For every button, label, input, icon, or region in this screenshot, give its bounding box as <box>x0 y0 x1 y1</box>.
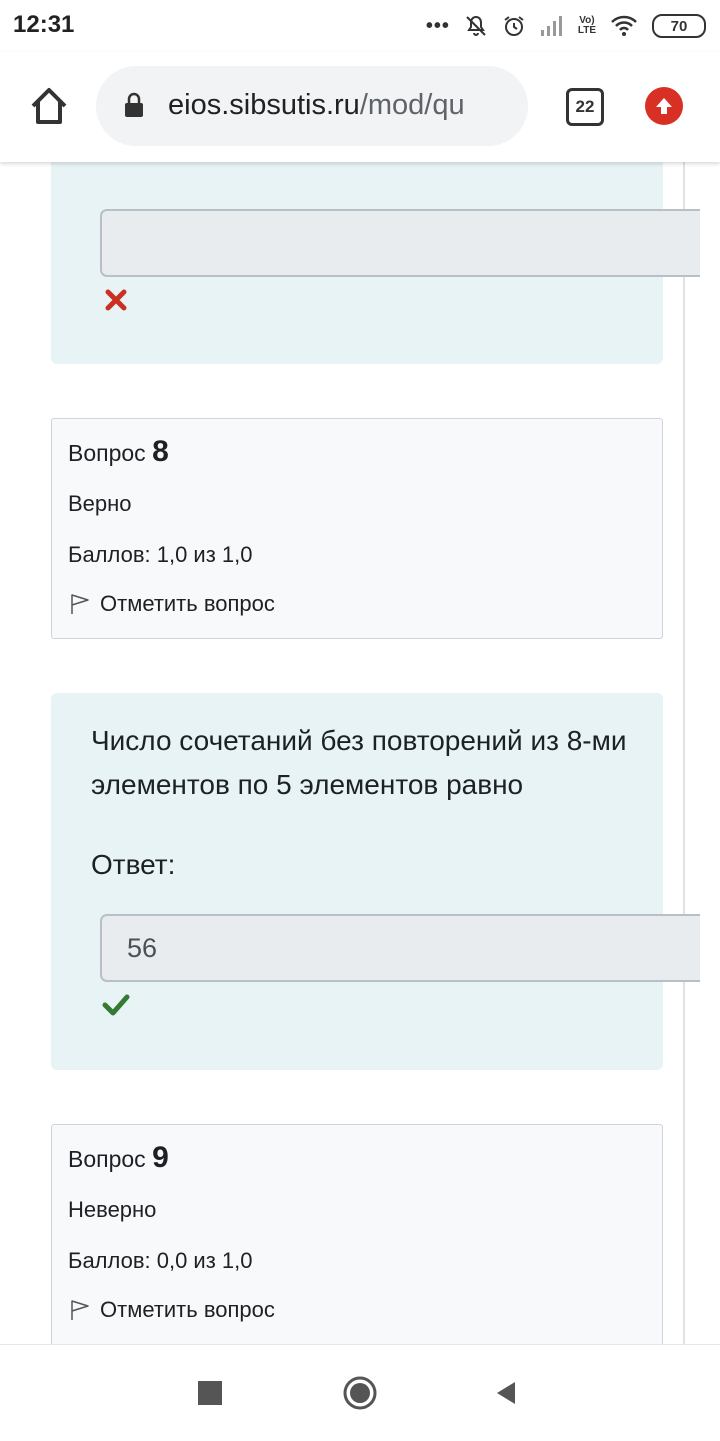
flag-icon <box>71 1300 89 1320</box>
flag-label: Отметить вопрос <box>100 591 275 616</box>
url-text: eios.sibsutis.ru/mod/qu <box>168 89 465 122</box>
update-button[interactable] <box>645 87 683 125</box>
question-9-info: Вопрос 9 Неверно Баллов: 0,0 из 1,0 Отме… <box>51 1124 663 1344</box>
status-bar: 12:31 ••• Vo) LTE 70 <box>0 0 720 52</box>
flag-label: Отметить вопрос <box>100 1297 275 1322</box>
cross-icon <box>105 289 127 311</box>
check-icon <box>102 994 130 1016</box>
back-triangle-icon <box>497 1382 515 1404</box>
question-8-label: Вопрос 8 <box>68 435 169 469</box>
tabs-count-button[interactable]: 22 <box>566 88 604 126</box>
more-notifications-icon: ••• <box>425 14 450 37</box>
question-9-label: Вопрос 9 <box>68 1141 169 1175</box>
url-path: /mod/qu <box>359 89 465 121</box>
tabs-count: 22 <box>575 97 595 116</box>
question-number: 8 <box>152 435 169 468</box>
question-8-info: Вопрос 8 Верно Баллов: 1,0 из 1,0 Отмети… <box>51 418 663 639</box>
flag-icon <box>71 594 89 614</box>
muted-bell-icon <box>464 14 488 38</box>
volte-line2: LTE <box>577 25 596 36</box>
question-8-text: Число сочетаний без повторений из 8-ми э… <box>91 725 627 800</box>
square-icon <box>198 1381 222 1405</box>
question-7-formulation <box>51 162 700 364</box>
page-divider <box>683 162 685 1344</box>
question-label-text: Вопрос <box>68 1146 146 1172</box>
alarm-icon <box>502 14 526 38</box>
question-9-state: Неверно <box>68 1197 157 1222</box>
signal-icon <box>540 15 564 37</box>
question-9-grade: Баллов: 0,0 из 1,0 <box>68 1248 253 1273</box>
home-nav-button[interactable] <box>340 1373 380 1413</box>
status-icons: ••• Vo) LTE 70 <box>426 12 706 40</box>
question-8-answer-field[interactable]: 56 <box>100 914 700 982</box>
battery-icon: 70 <box>652 14 706 38</box>
home-button[interactable] <box>28 85 70 127</box>
url-domain: eios.sibsutis.ru <box>168 89 360 121</box>
page-content: Вопрос 8 Верно Баллов: 1,0 из 1,0 Отмети… <box>0 162 720 1344</box>
question-7-answer-field[interactable] <box>100 209 700 277</box>
recents-button[interactable] <box>190 1373 230 1413</box>
question-8-formulation: Число сочетаний без повторений из 8-ми э… <box>51 693 700 1070</box>
battery-level: 70 <box>670 17 688 35</box>
system-nav-bar <box>0 1344 720 1441</box>
browser-toolbar: eios.sibsutis.ru/mod/qu 22 <box>0 52 720 162</box>
question-label-text: Вопрос <box>68 440 146 466</box>
question-8-grade: Баллов: 1,0 из 1,0 <box>68 542 253 567</box>
url-bar[interactable]: eios.sibsutis.ru/mod/qu <box>96 66 528 146</box>
question-8-state: Верно <box>68 491 132 516</box>
lock-icon <box>125 92 143 117</box>
volte-icon: Vo) LTE <box>578 16 596 36</box>
wifi-icon <box>610 15 638 37</box>
question-8-flag[interactable]: Отметить вопрос <box>68 591 275 617</box>
arrow-up-icon <box>656 98 672 114</box>
circle-icon <box>343 1376 377 1410</box>
question-9-flag[interactable]: Отметить вопрос <box>68 1297 275 1323</box>
back-button[interactable] <box>486 1373 526 1413</box>
status-time: 12:31 <box>13 11 75 38</box>
home-icon <box>31 88 67 124</box>
answer-label: Ответ: <box>91 849 176 880</box>
question-number: 9 <box>152 1141 169 1174</box>
